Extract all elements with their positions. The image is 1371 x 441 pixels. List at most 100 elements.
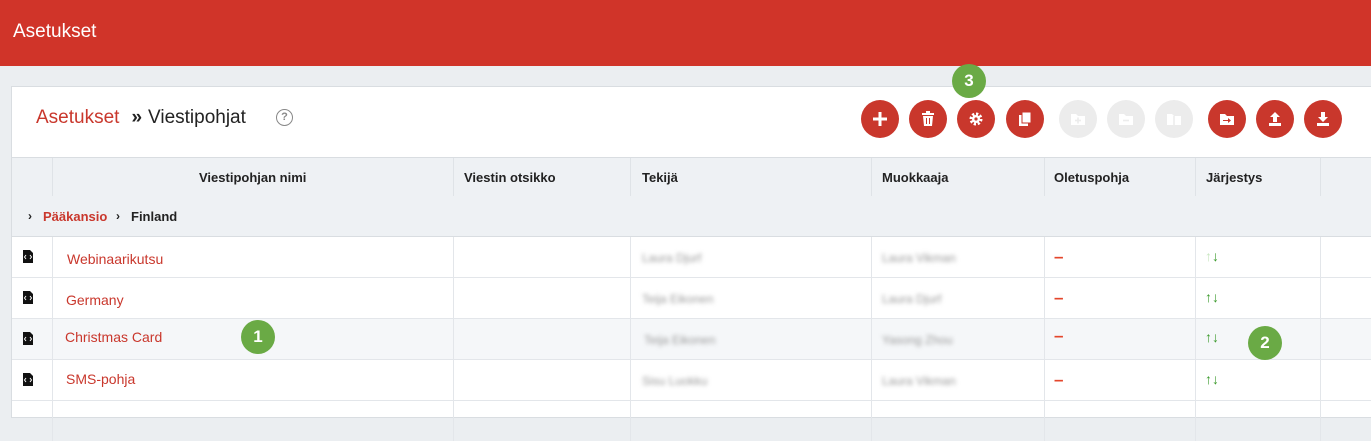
folder-info-button[interactable]	[1155, 100, 1193, 138]
column-divider	[453, 401, 454, 441]
column-divider	[1044, 278, 1045, 318]
column-divider	[453, 158, 454, 196]
author-cell: Sisu Luokku	[642, 374, 708, 388]
page-title: Viestipohjat	[148, 107, 246, 128]
move-up-arrow-icon[interactable]: ↑	[1205, 329, 1212, 345]
template-name-link[interactable]: SMS-pohja	[66, 371, 135, 387]
gear-icon	[969, 112, 983, 126]
table-header: Viestipohjan nimi Viestin otsikko Tekijä…	[12, 157, 1371, 197]
column-divider	[630, 158, 631, 196]
move-down-arrow-icon[interactable]: ↓	[1212, 329, 1219, 345]
annotation-badge-2: 2	[1248, 326, 1282, 360]
templates-panel: Asetukset » Viestipohjat ? Viestipohjan ni…	[11, 86, 1371, 441]
column-divider	[52, 401, 53, 441]
table-row[interactable]: Christmas Card Teija Eikonen Yasong Zhou…	[12, 319, 1371, 360]
column-header-subject[interactable]: Viestin otsikko	[464, 170, 556, 185]
table-row[interactable]: Webinaarikutsu Laura Djurf Laura Vikman …	[12, 237, 1371, 278]
move-up-arrow-icon[interactable]: ↑	[1205, 289, 1212, 305]
column-divider	[871, 237, 872, 277]
move-button[interactable]	[1208, 100, 1246, 138]
folder-minus-icon	[1119, 114, 1133, 125]
move-down-arrow-icon[interactable]: ↓	[1212, 371, 1219, 387]
column-divider	[871, 278, 872, 318]
copy-icon	[1019, 111, 1032, 126]
folder-plus-icon	[1071, 114, 1085, 125]
column-divider	[630, 360, 631, 400]
folder-path: › Pääkansio › Finland	[12, 196, 1371, 237]
trash-icon	[922, 111, 934, 126]
annotation-badge-1: 1	[241, 320, 275, 354]
author-cell: Laura Djurf	[642, 251, 702, 265]
editor-cell: Yasong Zhou	[882, 333, 953, 347]
column-divider	[453, 237, 454, 277]
breadcrumb-root-link[interactable]: Asetukset	[36, 107, 119, 128]
template-name-link[interactable]: Germany	[66, 292, 124, 308]
author-cell: Teija Eikonen	[642, 292, 714, 306]
column-divider	[52, 237, 53, 277]
column-divider	[1195, 319, 1196, 359]
column-divider	[871, 319, 872, 359]
editor-cell: Laura Vikman	[882, 374, 956, 388]
app-title: Asetukset	[13, 21, 97, 42]
column-header-editor[interactable]: Muokkaaja	[882, 170, 948, 185]
column-divider	[52, 360, 53, 400]
column-header-author[interactable]: Tekijä	[642, 170, 678, 185]
template-name-link[interactable]: Christmas Card	[65, 329, 162, 345]
column-header-order[interactable]: Järjestys	[1206, 170, 1262, 185]
folder-root-link[interactable]: Pääkansio	[43, 209, 107, 224]
editor-cell: Laura Vikman	[882, 251, 956, 265]
chevron-right-icon: ›	[116, 209, 120, 223]
add-folder-button[interactable]	[1059, 100, 1097, 138]
settings-button[interactable]	[957, 100, 995, 138]
folder-current: Finland	[131, 209, 178, 224]
template-file-icon	[23, 291, 33, 304]
default-indicator: –	[1054, 326, 1064, 345]
template-name-link[interactable]: Webinaarikutsu	[67, 251, 163, 267]
copy-button[interactable]	[1006, 100, 1044, 138]
column-divider	[630, 319, 631, 359]
delete-button[interactable]	[909, 100, 947, 138]
table-row[interactable]: Germany Teija Eikonen Laura Djurf – ↑↓	[12, 278, 1371, 319]
template-file-icon	[23, 373, 33, 386]
default-indicator: –	[1054, 370, 1064, 389]
move-up-arrow-icon[interactable]: ↑	[1205, 248, 1212, 264]
column-divider	[1044, 360, 1045, 400]
order-controls: ↑↓	[1205, 289, 1219, 305]
remove-folder-button[interactable]	[1107, 100, 1145, 138]
column-divider	[1320, 360, 1321, 400]
add-button[interactable]	[861, 100, 899, 138]
order-controls: ↑↓	[1205, 329, 1219, 345]
chevron-right-icon: ›	[28, 209, 32, 223]
breadcrumb-separator: »	[131, 107, 143, 128]
move-to-folder-icon	[1220, 114, 1234, 125]
table-row[interactable]: SMS-pohja Sisu Luokku Laura Vikman – ↑↓	[12, 360, 1371, 401]
move-up-arrow-icon[interactable]: ↑	[1205, 371, 1212, 387]
column-divider	[1195, 360, 1196, 400]
help-icon[interactable]: ?	[276, 109, 293, 126]
upload-icon	[1269, 112, 1281, 126]
column-divider	[1195, 237, 1196, 277]
annotation-badge-3: 3	[952, 64, 986, 98]
column-header-name[interactable]: Viestipohjan nimi	[199, 170, 306, 185]
column-divider	[453, 278, 454, 318]
column-divider	[871, 360, 872, 400]
default-indicator: –	[1054, 288, 1064, 307]
table-row	[12, 401, 1371, 441]
column-divider	[1320, 319, 1321, 359]
plus-icon	[873, 112, 887, 126]
app-header: Asetukset	[0, 0, 1371, 66]
move-down-arrow-icon[interactable]: ↓	[1212, 248, 1219, 264]
upload-button[interactable]	[1256, 100, 1294, 138]
column-divider	[630, 278, 631, 318]
column-divider	[630, 237, 631, 277]
template-file-icon	[23, 332, 33, 345]
move-down-arrow-icon[interactable]: ↓	[1212, 289, 1219, 305]
column-divider	[1320, 278, 1321, 318]
folder-info-icon	[1167, 114, 1181, 125]
download-button[interactable]	[1304, 100, 1342, 138]
breadcrumb: Asetukset » Viestipohjat	[36, 107, 246, 129]
order-controls: ↑↓	[1205, 371, 1219, 387]
column-divider	[1195, 278, 1196, 318]
column-header-default[interactable]: Oletuspohja	[1054, 170, 1129, 185]
column-divider	[1044, 158, 1045, 196]
